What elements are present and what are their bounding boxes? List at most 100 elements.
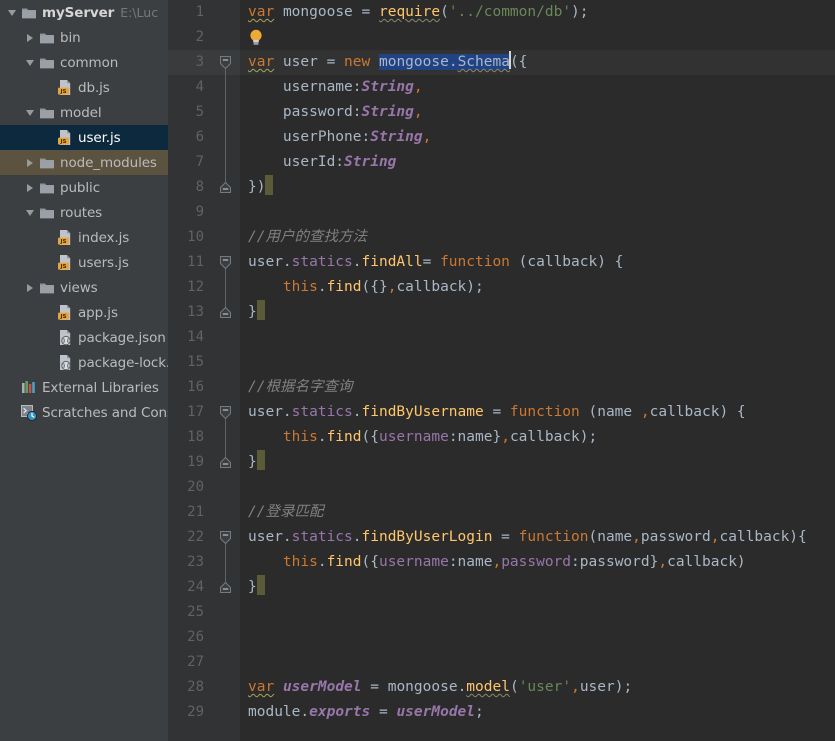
line-number: 5 xyxy=(195,104,204,120)
line-number: 21 xyxy=(187,504,204,520)
code-line-1[interactable]: var mongoose = require('../common/db'); xyxy=(248,0,589,25)
tree-item-model[interactable]: model xyxy=(0,100,168,125)
tree-item-package-lock-json[interactable]: package-lock.json xyxy=(0,350,168,375)
chevron-down-icon[interactable] xyxy=(24,56,37,69)
json-file-icon xyxy=(57,354,73,371)
code-line-6[interactable]: userPhone:String, xyxy=(248,125,431,150)
code-line-11[interactable]: user.statics.findAll= function (callback… xyxy=(248,250,623,275)
js-file-icon: JS xyxy=(57,254,73,271)
tree-item-bin[interactable]: bin xyxy=(0,25,168,50)
folder-icon xyxy=(39,31,55,45)
tree-item-label: users.js xyxy=(78,254,129,271)
code-line-7[interactable]: userId:String xyxy=(248,150,397,175)
fold-collapse-icon[interactable] xyxy=(218,405,233,420)
scratches-icon xyxy=(21,404,37,421)
line-number: 11 xyxy=(187,254,204,270)
chevron-right-icon[interactable] xyxy=(24,181,37,194)
ide-window: myServer E:\Luc bin common JS db.js model JS use… xyxy=(0,0,835,741)
line-number: 16 xyxy=(187,379,204,395)
tree-item-external-libraries[interactable]: External Libraries xyxy=(0,375,168,400)
tree-item-routes[interactable]: routes xyxy=(0,200,168,225)
tree-item-package-json[interactable]: package.json xyxy=(0,325,168,350)
code-line-17[interactable]: user.statics.findByUsername = function (… xyxy=(248,400,746,425)
fold-collapse-icon[interactable] xyxy=(218,55,233,70)
js-file-icon: JS xyxy=(57,229,73,246)
fold-collapse-icon[interactable] xyxy=(218,255,233,270)
code-editor[interactable]: 1 2 3 4 5 6 7 8 9 10 11 12 13 14 15 16 17 18 19 20 21 22 23 24 2… xyxy=(168,0,835,741)
line-number: 15 xyxy=(187,354,204,370)
tree-item-index-js[interactable]: JS index.js xyxy=(0,225,168,250)
code-line-3[interactable]: var user = new mongoose.Schema({ xyxy=(248,50,527,75)
fold-region-end-icon[interactable] xyxy=(218,181,233,196)
tree-item-label: node_modules xyxy=(60,154,157,171)
code-line-12[interactable]: this.find({},callback); xyxy=(248,275,484,300)
tree-item-label: routes xyxy=(60,204,103,221)
code-line-4[interactable]: username:String, xyxy=(248,75,423,100)
line-number: 20 xyxy=(187,479,204,495)
editor-gutter[interactable]: 1 2 3 4 5 6 7 8 9 10 11 12 13 14 15 16 17 18 19 20 21 22 23 24 2… xyxy=(168,0,240,741)
folder-icon xyxy=(39,281,55,295)
chevron-down-icon[interactable] xyxy=(24,106,37,119)
tree-item-label: index.js xyxy=(78,229,130,246)
project-tree-panel[interactable]: myServer E:\Luc bin common JS db.js model JS use… xyxy=(0,0,168,741)
folder-icon xyxy=(39,56,55,70)
tree-item-app-js[interactable]: JS app.js xyxy=(0,300,168,325)
code-line-13[interactable]: } xyxy=(248,300,265,325)
fold-region-end-icon[interactable] xyxy=(218,581,233,596)
tree-item-user-js[interactable]: JS user.js xyxy=(0,125,168,150)
fold-region-end-icon[interactable] xyxy=(218,306,233,321)
tree-item-label: model xyxy=(60,104,102,121)
js-file-icon: JS xyxy=(57,304,73,321)
line-number: 6 xyxy=(195,129,204,145)
fold-collapse-icon[interactable] xyxy=(218,530,233,545)
line-number: 2 xyxy=(195,29,204,45)
tree-item-users-js[interactable]: JS users.js xyxy=(0,250,168,275)
tree-item-node-modules[interactable]: node_modules xyxy=(0,150,168,175)
code-line-29[interactable]: module.exports = userModel; xyxy=(248,700,484,725)
tree-item-views[interactable]: views xyxy=(0,275,168,300)
code-text-area[interactable]: var mongoose = require('../common/db'); v… xyxy=(240,0,835,741)
code-line-5[interactable]: password:String, xyxy=(248,100,423,125)
fold-markers-column[interactable] xyxy=(212,0,240,741)
line-number: 25 xyxy=(187,604,204,620)
code-line-16[interactable]: //根据名字查询 xyxy=(248,375,352,400)
chevron-down-icon[interactable] xyxy=(24,206,37,219)
tree-item-common[interactable]: common xyxy=(0,50,168,75)
chevron-right-icon[interactable] xyxy=(24,31,37,44)
line-number: 12 xyxy=(187,279,204,295)
fold-region-line xyxy=(225,62,226,187)
tree-item-label: myServer xyxy=(42,4,115,21)
code-line-24[interactable]: } xyxy=(248,575,265,600)
tree-item-label: package-lock.json xyxy=(78,354,168,371)
line-number: 3 xyxy=(195,54,204,70)
code-line-28[interactable]: var userModel = mongoose.model('user',us… xyxy=(248,675,632,700)
tree-item-label: user.js xyxy=(78,129,121,146)
code-line-18[interactable]: this.find({username:name},callback); xyxy=(248,425,597,450)
line-number: 8 xyxy=(195,179,204,195)
code-line-8[interactable]: }) xyxy=(248,175,274,200)
chevron-right-icon[interactable] xyxy=(24,156,37,169)
tree-item-myserver[interactable]: myServer E:\Luc xyxy=(0,0,168,25)
folder-icon xyxy=(39,206,55,220)
tree-item-public[interactable]: public xyxy=(0,175,168,200)
line-number: 27 xyxy=(187,654,204,670)
chevron-down-icon[interactable] xyxy=(6,6,19,19)
fold-region-end-icon[interactable] xyxy=(218,456,233,471)
folder-icon xyxy=(39,181,55,195)
tree-item-scratches-and-consoles[interactable]: Scratches and Consoles xyxy=(0,400,168,425)
code-line-23[interactable]: this.find({username:name,password:passwo… xyxy=(248,550,746,575)
chevron-right-icon[interactable] xyxy=(24,281,37,294)
code-line-22[interactable]: user.statics.findByUserLogin = function(… xyxy=(248,525,807,550)
svg-text:JS: JS xyxy=(59,139,66,145)
svg-text:JS: JS xyxy=(59,89,66,95)
line-number: 18 xyxy=(187,429,204,445)
code-line-19[interactable]: } xyxy=(248,450,265,475)
code-line-10[interactable]: //用户的查找方法 xyxy=(248,225,367,250)
tree-item-db-js[interactable]: JS db.js xyxy=(0,75,168,100)
intention-bulb-icon[interactable] xyxy=(249,29,262,45)
code-line-21[interactable]: //登录匹配 xyxy=(248,500,323,525)
tree-item-label: bin xyxy=(60,29,81,46)
